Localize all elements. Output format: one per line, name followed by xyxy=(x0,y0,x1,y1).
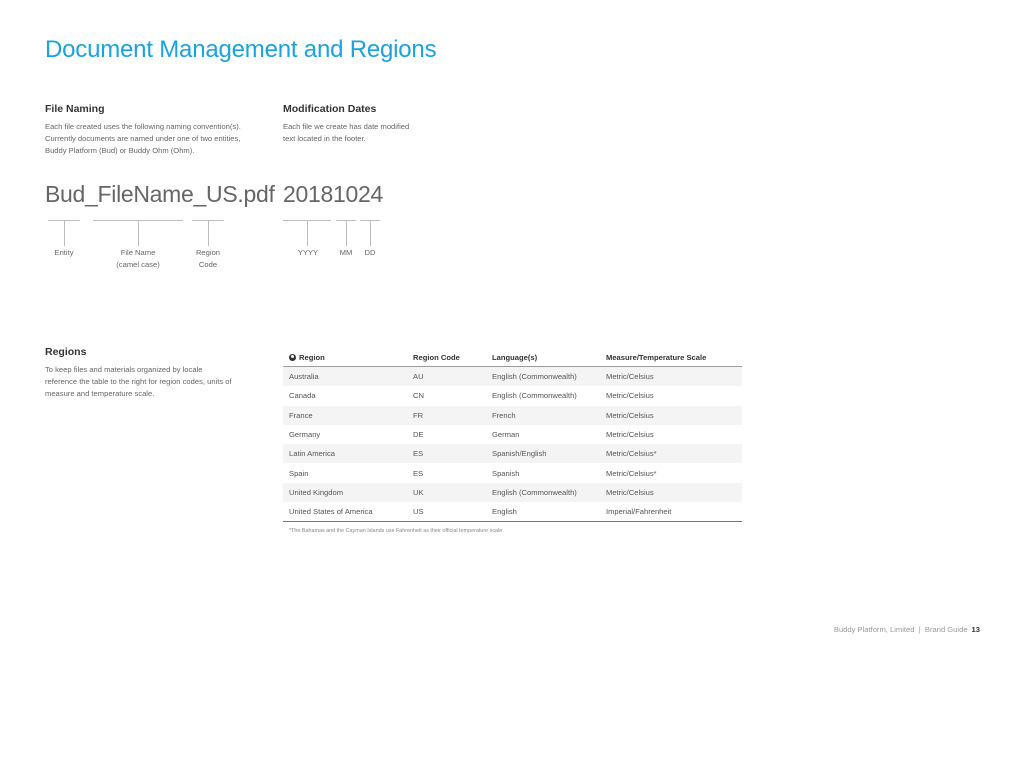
table-row: Spain ES Spanish Metric/Celsius* xyxy=(283,463,742,482)
region-code-cell: ES xyxy=(407,444,486,464)
measure-cell: Metric/Celsius xyxy=(606,430,654,440)
language-cell: French xyxy=(486,405,600,425)
region-cell: Spain xyxy=(289,468,309,478)
language-cell: English (Commonwealth) xyxy=(486,482,600,503)
day-label: DD xyxy=(364,248,376,257)
region-code-cell: CN xyxy=(413,391,424,401)
modification-dates-description: Each file we create has date modified te… xyxy=(283,122,410,143)
measure-cell: Metric/Celsius xyxy=(600,405,742,425)
language-cell: German xyxy=(492,430,520,440)
region-code-cell: ES xyxy=(413,468,424,478)
region-cell: France xyxy=(283,405,407,425)
file-naming-description: Each file created uses the following nam… xyxy=(45,122,241,155)
table-header-row: Region Region Code Language(s) Measure/T… xyxy=(283,348,742,367)
table-row: United States of America US English Impe… xyxy=(283,502,742,523)
table-row: France FR French Metric/Celsius xyxy=(283,405,742,425)
column-header-measure-temperature: Measure/Temperature Scale xyxy=(600,348,742,367)
language-cell: English xyxy=(486,502,600,523)
region-code-bracket xyxy=(192,220,224,246)
region-code-cell: AU xyxy=(407,366,486,387)
page-title: Document Management and Regions xyxy=(45,36,437,63)
table-row: Latin America ES Spanish/English Metric/… xyxy=(283,444,742,464)
file-naming-heading: File Naming xyxy=(45,103,105,115)
language-cell: English (Commonwealth) xyxy=(492,391,577,401)
file-naming-section: File Naming Each file created uses the f… xyxy=(45,103,260,157)
regions-description: To keep files and materials organized by… xyxy=(45,365,232,398)
file-name-example: Bud_FileName_US.pdf xyxy=(45,181,275,207)
regions-table: Region Region Code Language(s) Measure/T… xyxy=(283,348,742,523)
regions-section: Regions To keep files and materials orga… xyxy=(45,346,235,400)
region-code-cell: UK xyxy=(407,482,486,503)
region-code-cell: DE xyxy=(413,430,424,440)
table-row: Canada CN English (Commonwealth) Metric/… xyxy=(283,386,742,405)
regions-heading: Regions xyxy=(45,346,87,358)
measure-cell: Imperial/Fahrenheit xyxy=(600,502,742,523)
year-bracket xyxy=(283,220,331,246)
region-cell: Germany xyxy=(289,430,321,440)
measure-cell: Metric/Celsius* xyxy=(600,444,742,464)
table-row: Germany DE German Metric/Celsius xyxy=(283,425,742,444)
language-cell: English (Commonwealth) xyxy=(486,366,600,387)
regions-table-container: Region Region Code Language(s) Measure/T… xyxy=(283,348,742,534)
region-cell: United Kingdom xyxy=(283,482,407,503)
modification-dates-heading: Modification Dates xyxy=(283,103,377,115)
language-cell: Spanish xyxy=(492,468,520,478)
month-bracket xyxy=(336,220,356,246)
table-footnote: *The Bahamas and the Cayman Islands use … xyxy=(289,528,503,535)
page-number: 13 xyxy=(971,625,980,634)
region-cell: Latin America xyxy=(283,444,407,464)
region-code-cell: FR xyxy=(407,405,486,425)
region-cell: Australia xyxy=(283,366,407,387)
footer-text: Buddy Platform, Limited | Brand Guide xyxy=(833,625,968,634)
column-header-region-code: Region Code xyxy=(407,348,486,367)
measure-cell: Metric/Celsius xyxy=(600,366,742,387)
table-row: United Kingdom UK English (Commonwealth)… xyxy=(283,482,742,503)
measure-cell: Metric/Celsius xyxy=(600,482,742,503)
day-bracket xyxy=(360,220,380,246)
table-row: Australia AU English (Commonwealth) Metr… xyxy=(283,366,742,387)
measure-cell: Metric/Celsius* xyxy=(606,468,657,478)
modification-dates-section: Modification Dates Each file we create h… xyxy=(283,103,423,145)
column-header-region: Region xyxy=(283,348,407,367)
file-name-label: File Name (camel case) xyxy=(116,248,160,269)
entity-bracket xyxy=(48,220,80,246)
page-footer: Buddy Platform, Limited | Brand Guide 13 xyxy=(834,625,980,634)
globe-icon xyxy=(289,353,296,361)
region-code-cell: US xyxy=(407,502,486,523)
region-code-label: Region Code xyxy=(195,248,221,269)
entity-label: Entity xyxy=(54,248,74,257)
region-cell: Canada xyxy=(289,391,316,401)
language-cell: Spanish/English xyxy=(486,444,600,464)
measure-cell: Metric/Celsius xyxy=(606,391,654,401)
file-name-bracket xyxy=(93,220,183,246)
region-cell: United States of America xyxy=(283,502,407,523)
date-example: 20181024 xyxy=(283,181,383,207)
column-header-languages: Language(s) xyxy=(486,348,600,367)
